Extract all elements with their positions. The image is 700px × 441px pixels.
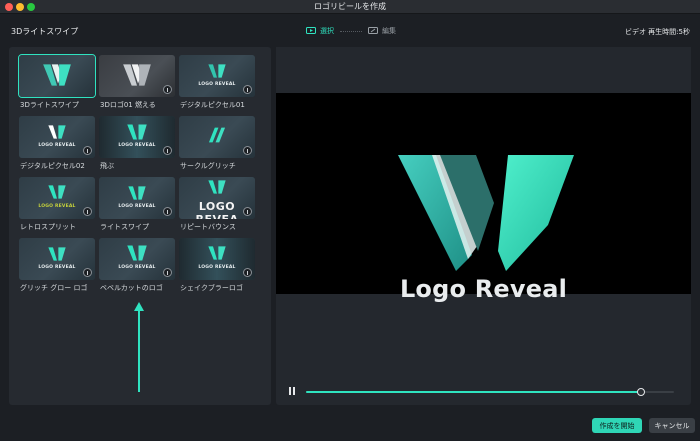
step-select-label: 選択: [320, 27, 334, 35]
template-label: レトロスプリット: [20, 223, 76, 231]
download-icon[interactable]: [163, 146, 172, 155]
w-logo-icon: [43, 64, 71, 86]
template-thumbnail[interactable]: LOGO REVEA: [179, 177, 255, 219]
template-thumbnail[interactable]: LOGO REVEAL: [19, 177, 95, 219]
template-grid: 3Dライトスワイプ 3Dロゴ01 燃える LOGO REVEAL デジタルピクセ…: [18, 54, 255, 299]
video-duration: ビデオ 再生時間:5秒: [624, 28, 690, 36]
download-icon[interactable]: [243, 85, 252, 94]
window-title: ロゴリビールを作成: [314, 2, 386, 11]
progress-knob[interactable]: [636, 388, 645, 396]
template-thumbnail[interactable]: LOGO REVEAL: [99, 116, 175, 158]
template-thumbnail[interactable]: [179, 116, 255, 158]
w-logo-icon: [128, 186, 146, 200]
w-logo-icon: [127, 245, 147, 261]
download-icon[interactable]: [83, 268, 92, 277]
w-logo-icon: [48, 247, 66, 261]
template-panel: 3Dライトスワイプ 3Dロゴ01 燃える LOGO REVEAL デジタルピクセ…: [9, 47, 271, 405]
template-label: リピートバウンス: [180, 223, 236, 231]
playback-controls: [276, 381, 691, 401]
template-label: ライトスワイプ: [100, 223, 149, 231]
w-logo-icon: [127, 124, 147, 140]
download-icon[interactable]: [163, 207, 172, 216]
template-tile[interactable]: 3Dロゴ01 燃える: [99, 55, 175, 116]
template-label: シェイクブラーロゴ: [180, 284, 243, 292]
template-thumbnail[interactable]: LOGO REVEAL: [179, 238, 255, 280]
w-logo-icon: [208, 64, 226, 78]
start-create-button[interactable]: 作成を開始: [592, 418, 642, 433]
w-logo-icon: [48, 185, 66, 199]
w-logo-icon: [48, 125, 66, 139]
download-icon[interactable]: [243, 146, 252, 155]
selected-template-title: 3Dライトスワイプ: [11, 27, 79, 36]
w-logo-icon: [208, 246, 226, 260]
edit-step-icon: [368, 27, 378, 34]
template-label: デジタルピクセル02: [20, 162, 85, 170]
download-icon[interactable]: [243, 268, 252, 277]
template-thumbnail[interactable]: LOGO REVEAL: [19, 238, 95, 280]
template-tile[interactable]: LOGO REVEAL デジタルピクセル02: [19, 116, 95, 177]
w-logo-icon: [208, 180, 226, 194]
download-icon[interactable]: [83, 146, 92, 155]
step-select[interactable]: 選択: [306, 26, 334, 36]
progress-fill: [306, 391, 641, 393]
cancel-button[interactable]: キャンセル: [649, 418, 695, 433]
template-thumbnail[interactable]: [99, 55, 175, 97]
template-tile[interactable]: LOGO REVEAL ライトスワイプ: [99, 177, 175, 238]
template-label: グリッチ グロー ロゴ: [20, 284, 88, 292]
template-thumbnail[interactable]: [18, 54, 96, 98]
template-label: ベベルカットのロゴ: [100, 284, 163, 292]
template-tile[interactable]: サークルグリッチ: [179, 116, 255, 177]
template-label: 飛ぶ: [100, 162, 114, 170]
step-connector: [340, 30, 362, 32]
download-icon[interactable]: [83, 207, 92, 216]
template-label: 3Dライトスワイプ: [20, 101, 79, 109]
template-tile[interactable]: 3Dライトスワイプ: [18, 54, 96, 116]
template-label: サークルグリッチ: [180, 162, 236, 170]
logo-reveal-title: Logo Reveal: [399, 275, 568, 303]
template-label: 3Dロゴ01 燃える: [100, 101, 156, 109]
pause-icon[interactable]: [288, 387, 297, 395]
template-thumbnail[interactable]: LOGO REVEAL: [99, 238, 175, 280]
template-tile[interactable]: LOGO REVEA リピートバウンス: [179, 177, 255, 238]
progress-track[interactable]: [306, 388, 674, 396]
template-thumbnail[interactable]: LOGO REVEAL: [19, 116, 95, 158]
preview-panel: Logo Reveal: [276, 47, 691, 405]
template-thumbnail[interactable]: LOGO REVEAL: [99, 177, 175, 219]
video-preview[interactable]: Logo Reveal: [276, 47, 691, 342]
step-edit[interactable]: 編集: [368, 26, 396, 36]
annotation-arrow: [138, 310, 140, 392]
template-tile[interactable]: LOGO REVEAL 飛ぶ: [99, 116, 175, 177]
template-tile[interactable]: LOGO REVEAL グリッチ グロー ロゴ: [19, 238, 95, 299]
step-indicator: 選択 編集: [306, 26, 396, 36]
download-icon[interactable]: [163, 268, 172, 277]
w-logo-icon: [123, 64, 151, 86]
download-icon[interactable]: [163, 85, 172, 94]
template-label: デジタルピクセル01: [180, 101, 245, 109]
download-icon[interactable]: [243, 207, 252, 216]
template-tile[interactable]: LOGO REVEAL シェイクブラーロゴ: [179, 238, 255, 299]
window-titlebar: ロゴリビールを作成: [0, 0, 700, 14]
select-step-icon: [306, 27, 316, 34]
template-thumbnail[interactable]: LOGO REVEAL: [179, 55, 255, 97]
step-edit-label: 編集: [382, 27, 396, 35]
template-tile[interactable]: LOGO REVEAL デジタルピクセル01: [179, 55, 255, 116]
template-tile[interactable]: LOGO REVEAL ベベルカットのロゴ: [99, 238, 175, 299]
template-tile[interactable]: LOGO REVEAL レトロスプリット: [19, 177, 95, 238]
w-logo-icon: [208, 127, 226, 143]
